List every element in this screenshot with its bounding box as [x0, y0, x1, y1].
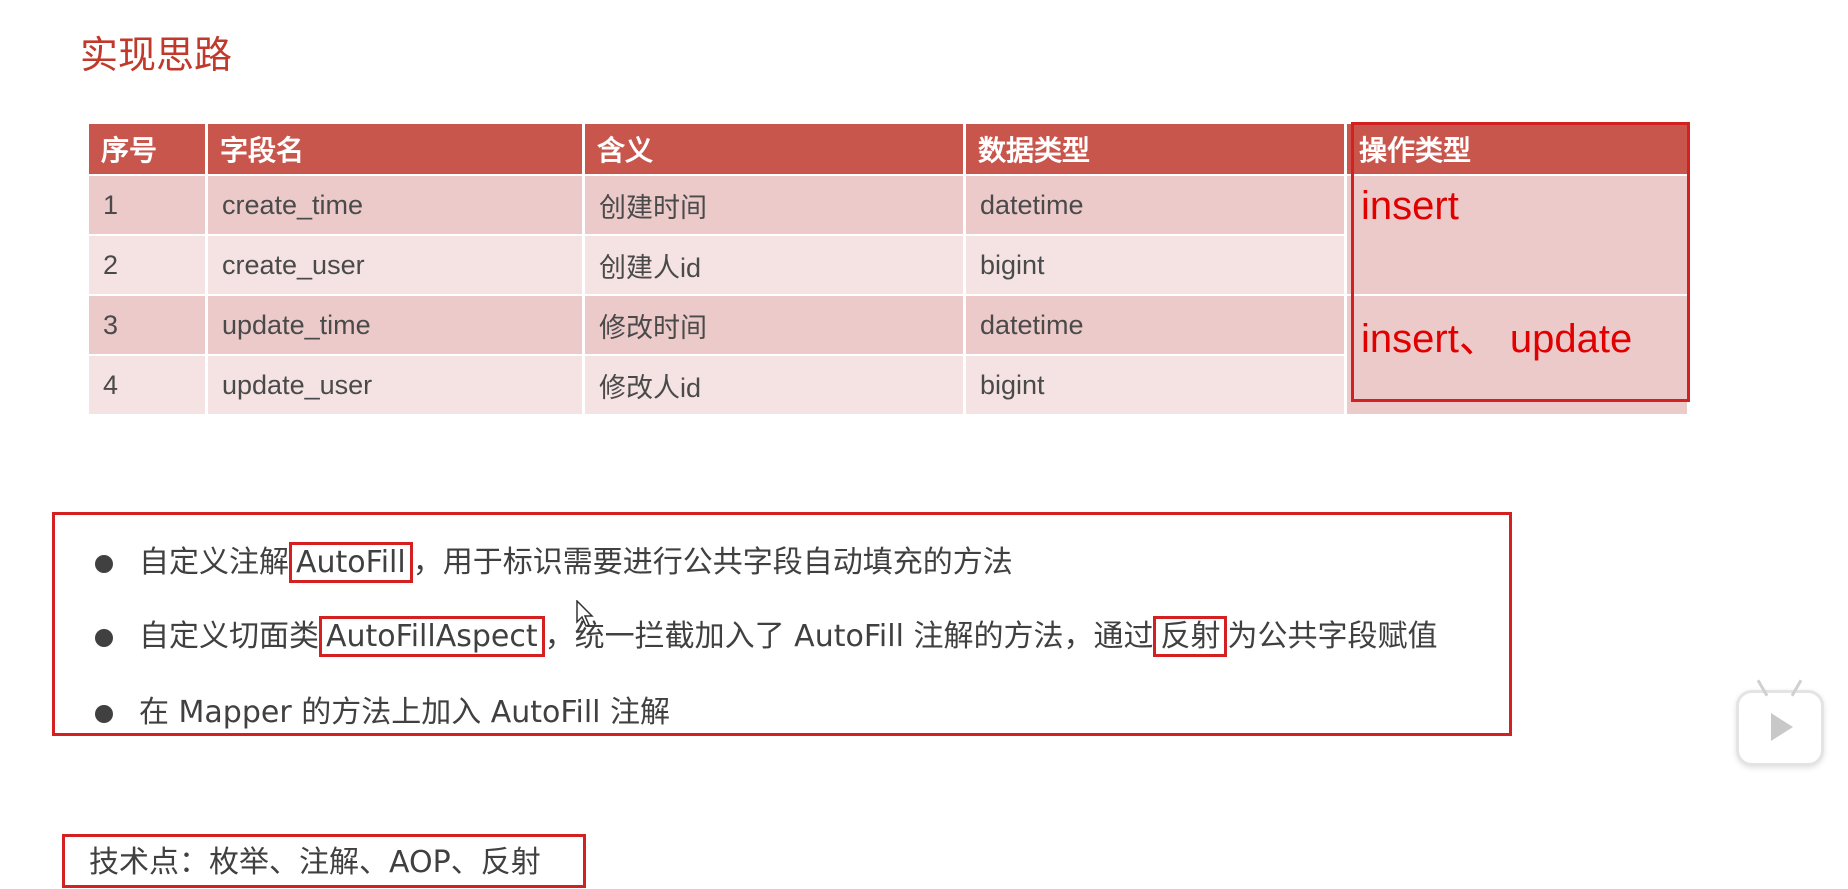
highlight-autofill: AutoFill [289, 542, 413, 583]
note-text: ，用于标识需要进行公共字段自动填充的方法 [412, 545, 1013, 580]
header-type: 数据类型 [966, 124, 1344, 174]
cell-field: create_time [208, 174, 582, 234]
cell-op-insert: insert [1347, 174, 1687, 294]
cell-op-insert-update: insert、 update [1347, 294, 1687, 414]
bullet-icon [95, 704, 113, 723]
cell-type: datetime [966, 294, 1344, 354]
cell-no: 1 [89, 174, 205, 234]
header-op: 操作类型 [1347, 124, 1687, 174]
op-insert-text: insert [1361, 184, 1459, 228]
header-no: 序号 [89, 124, 205, 174]
table-row: 3 update_time 修改时间 datetime insert、 upda… [89, 294, 1687, 414]
note-text: 为公共字段赋值 [1227, 619, 1438, 654]
cell-type: datetime [966, 174, 1344, 234]
mouse-cursor-icon [576, 600, 594, 627]
header-field: 字段名 [208, 124, 582, 174]
cell-no: 2 [89, 234, 205, 294]
bullet-icon [95, 554, 113, 573]
note-text: ，统一拦截加入了 AutoFill 注解的方法，通过 [544, 619, 1154, 654]
highlight-aspect: AutoFillAspect [319, 616, 545, 657]
page-title: 实现思路 [80, 33, 233, 77]
cell-meaning: 修改人id [585, 354, 963, 414]
tech-points: 技术点：枚举、注解、AOP、反射 [62, 834, 586, 888]
cell-type: bigint [966, 234, 1344, 294]
cell-field: update_user [208, 354, 582, 414]
cell-field: update_time [208, 294, 582, 354]
cell-field: create_user [208, 234, 582, 294]
cell-meaning: 修改时间 [585, 294, 963, 354]
table-row: 1 create_time 创建时间 datetime insert [89, 174, 1687, 294]
ear-right [1790, 679, 1803, 697]
table-header-row: 序号 字段名 含义 数据类型 操作类型 [89, 124, 1687, 174]
bullet-icon [95, 628, 113, 647]
note-autofill: 自定义注解 AutoFill ，用于标识需要进行公共字段自动填充的方法 [95, 537, 1013, 583]
ear-left [1756, 679, 1769, 697]
cell-type: bigint [966, 354, 1344, 414]
note-text: 在 Mapper 的方法上加入 AutoFill 注解 [139, 695, 671, 730]
cell-no: 3 [89, 294, 205, 354]
play-icon[interactable] [1736, 679, 1824, 766]
note-text: 自定义切面类 [139, 619, 319, 654]
notes-box: 自定义注解 AutoFill ，用于标识需要进行公共字段自动填充的方法 自定义切面类… [52, 512, 1512, 736]
note-aspect: 自定义切面类 AutoFillAspect ，统一拦截加入了 AutoFill 注解… [95, 611, 1438, 657]
cell-meaning: 创建时间 [585, 174, 963, 234]
note-mapper: 在 Mapper 的方法上加入 AutoFill 注解 [95, 687, 670, 731]
op-insert-update-text: insert、 update [1361, 317, 1633, 361]
header-meaning: 含义 [585, 124, 963, 174]
cell-meaning: 创建人id [585, 234, 963, 294]
fields-table: 序号 字段名 含义 数据类型 操作类型 1 create_time 创建时间 d… [86, 124, 1690, 414]
note-text: 自定义注解 [139, 545, 289, 580]
cell-no: 4 [89, 354, 205, 414]
highlight-reflection: 反射 [1153, 616, 1228, 657]
